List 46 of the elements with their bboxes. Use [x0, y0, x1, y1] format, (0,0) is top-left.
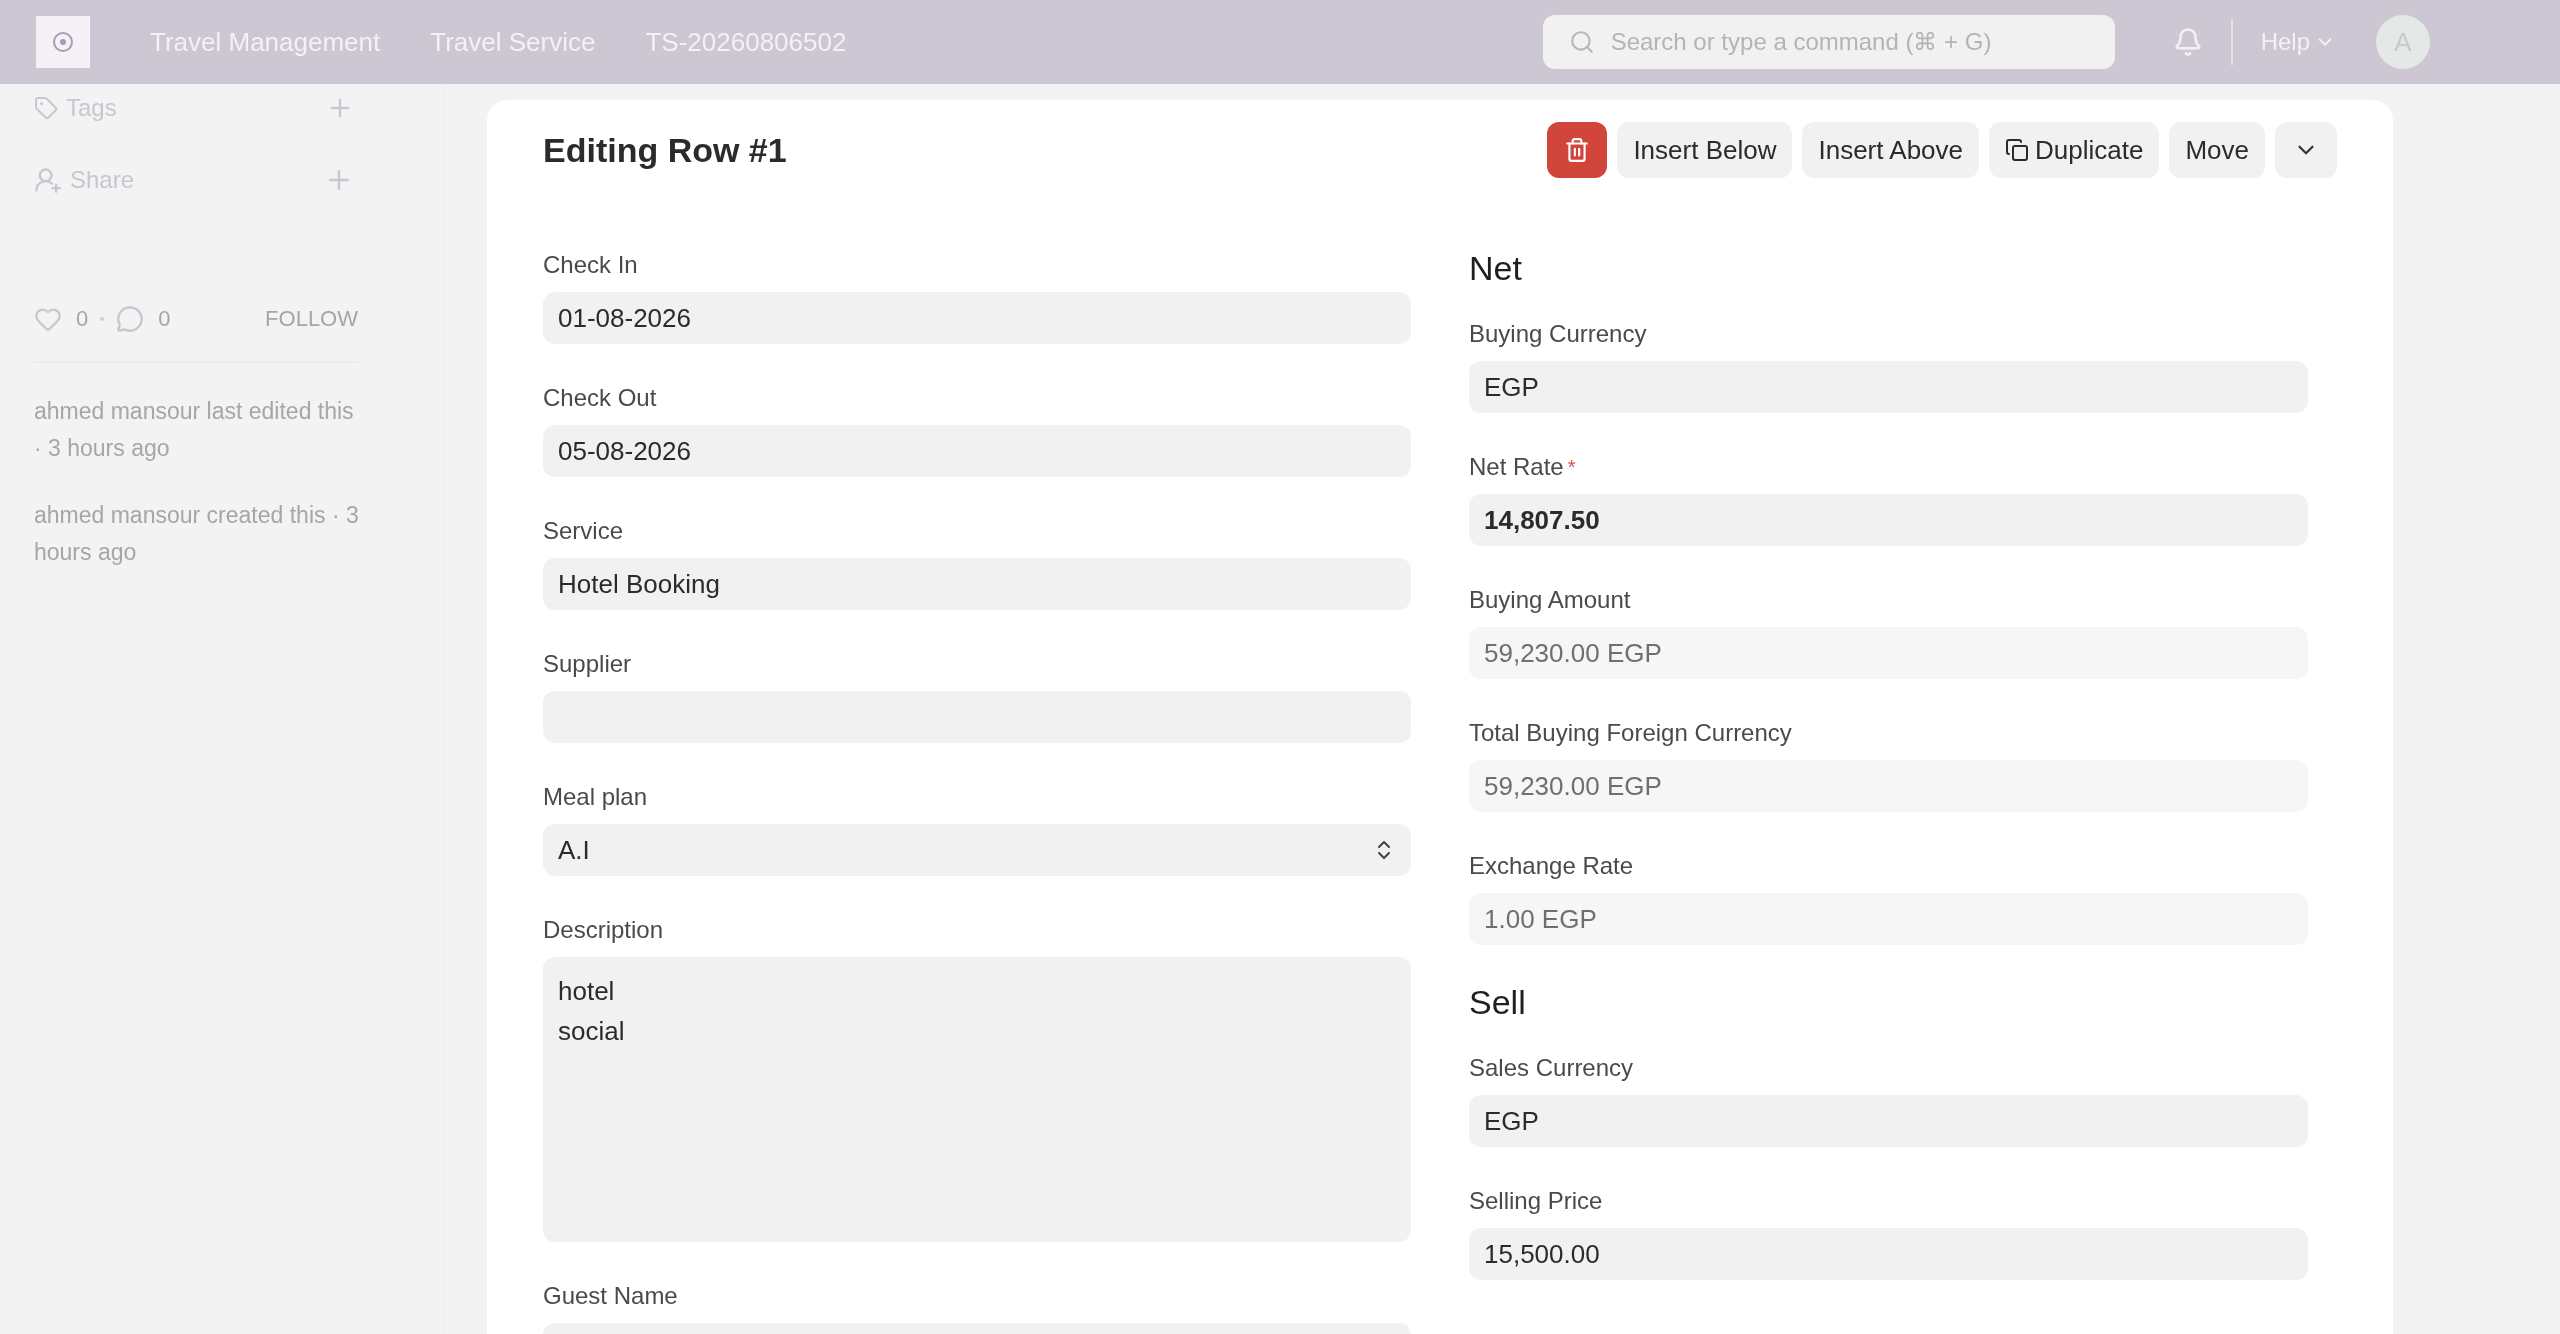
like-count: 0 — [76, 305, 89, 333]
input-field[interactable]: EGP — [1469, 361, 2308, 413]
input-field[interactable]: 14,807.50 — [1469, 494, 2308, 546]
logo[interactable] — [36, 16, 90, 68]
field-label: Service — [543, 516, 624, 546]
field-label: Check Out — [543, 383, 657, 413]
input-field[interactable]: EGP — [1469, 1095, 2308, 1147]
comment-icon[interactable] — [116, 304, 145, 333]
field-label: Selling Price — [1469, 1186, 1603, 1216]
required-mark: * — [1567, 455, 1576, 480]
field-label: Supplier — [543, 649, 632, 679]
field-label: Description — [543, 915, 664, 945]
toolbar-button[interactable]: Move — [2169, 122, 2265, 178]
activity-text: ahmed mansour last edited this · 3 hours ago — [34, 397, 355, 463]
duplicate-button[interactable]: Duplicate — [1989, 122, 2160, 178]
share-icon — [34, 166, 62, 194]
delete-button[interactable] — [1547, 122, 1608, 178]
field-label: Sales Currency — [1469, 1053, 1634, 1083]
dialog-title: Editing Row #1 — [543, 129, 787, 171]
toolbar-button[interactable]: Insert Below — [1617, 122, 1793, 178]
tag-icon — [34, 96, 58, 120]
more-button[interactable] — [2275, 122, 2337, 178]
search-icon — [1568, 29, 1595, 55]
trash-icon — [1564, 137, 1591, 163]
field-label: Exchange Rate — [1469, 851, 1634, 881]
section-heading: Net — [1469, 250, 1523, 286]
copy-icon — [2005, 138, 2029, 162]
field-label: Total Buying Foreign Currency — [1469, 718, 1792, 748]
input-field[interactable]: Hotel Booking — [543, 558, 1411, 610]
search-field[interactable]: Search or type a command (⌘ + G) — [1542, 15, 2115, 69]
comment-count: 0 — [158, 305, 171, 333]
toolbar-button[interactable]: Insert Above — [1802, 122, 1979, 178]
select-field[interactable]: A.I — [543, 824, 1411, 876]
field-label: Net Rate — [1469, 452, 1564, 482]
logo-icon — [51, 30, 75, 54]
activity-text: ahmed mansour created this · 3 hours ago — [34, 501, 360, 567]
field-label: Meal plan — [543, 782, 648, 812]
description-field[interactable]: hotel social — [543, 957, 1411, 1242]
input-field[interactable]: 05-08-2026 — [543, 425, 1411, 477]
input-field[interactable]: 15,500.00 — [1469, 1228, 2308, 1280]
field-label: Guest Name — [543, 1281, 678, 1311]
input-field[interactable]: 01-08-2026 — [543, 292, 1411, 344]
field-label: Buying Amount — [1469, 585, 1631, 615]
field-label: Check In — [543, 250, 638, 280]
field-label: Buying Currency — [1469, 319, 1647, 349]
section-heading: Sell — [1469, 984, 1527, 1020]
